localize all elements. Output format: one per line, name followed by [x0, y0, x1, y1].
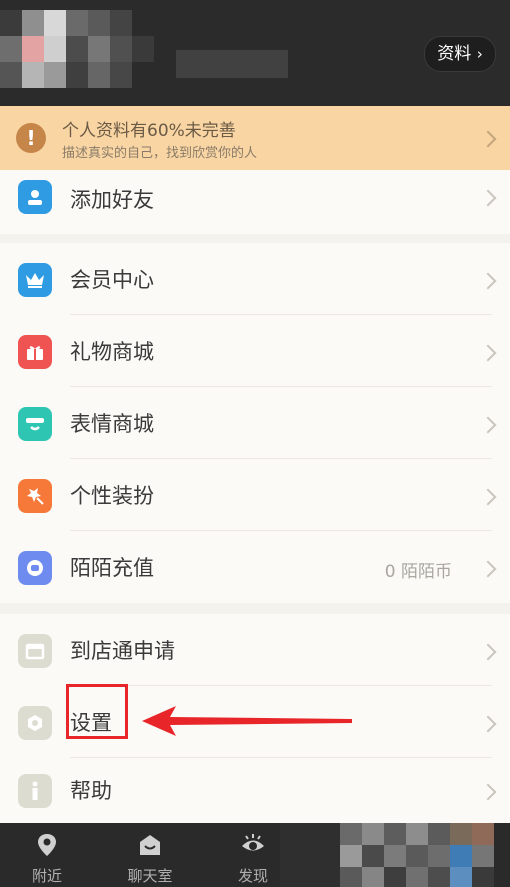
exclamation-icon: !: [16, 123, 46, 153]
profile-completion-banner[interactable]: ! 个人资料有60%未完善 描述真实的自己，找到欣赏你的人: [0, 106, 510, 170]
menu-item-add-friend[interactable]: 添加好友: [0, 170, 510, 234]
username-blurred: [176, 50, 288, 78]
menu-item-label: 到店通申请: [70, 639, 175, 663]
house-icon: [140, 835, 160, 855]
chevron-right-icon: [479, 416, 497, 434]
chevron-right-icon: [479, 272, 497, 290]
menu-group-services: 会员中心 礼物商城 表情商城 个性装扮 陌陌充值 0 陌陌币: [0, 243, 510, 603]
coin-balance: 0 陌陌币: [384, 562, 452, 582]
annotation-arrow-icon: [142, 706, 352, 736]
tab-label: 附近: [31, 867, 62, 885]
chevron-right-icon: [479, 130, 497, 148]
tab-nearby[interactable]: 附近: [2, 823, 92, 887]
menu-item-label: 礼物商城: [70, 340, 154, 364]
menu-item-label: 帮助: [70, 779, 112, 803]
magic-wand-icon: [18, 479, 52, 513]
menu-item-store[interactable]: 到店通申请: [0, 614, 510, 686]
location-pin-icon: [38, 834, 56, 856]
chevron-right-icon: [479, 783, 497, 801]
eye-icon: [242, 834, 264, 851]
menu-item-label: 表情商城: [70, 412, 154, 436]
annotation-highlight-box: [66, 684, 128, 739]
emoji-face-icon: [18, 407, 52, 441]
menu-item-recharge[interactable]: 陌陌充值 0 陌陌币: [0, 531, 510, 603]
tab-chatroom[interactable]: 聊天室: [105, 823, 195, 887]
menu-item-label: 会员中心: [70, 268, 154, 292]
chevron-right-icon: ›: [476, 45, 483, 63]
banner-subtitle: 描述真实的自己，找到欣赏你的人: [62, 146, 258, 161]
menu-group-friends: 添加好友: [0, 170, 510, 234]
banner-title: 个人资料有60%未完善: [62, 121, 236, 141]
info-icon: [18, 774, 52, 808]
menu-item-vip[interactable]: 会员中心: [0, 243, 510, 315]
store-icon: [18, 634, 52, 668]
menu-item-gift[interactable]: 礼物商城: [0, 315, 510, 387]
menu-item-emoji[interactable]: 表情商城: [0, 387, 510, 459]
menu-item-label: 陌陌充值: [70, 556, 154, 580]
profile-button-label: 资料: [437, 44, 472, 64]
crown-icon: [18, 263, 52, 297]
chevron-right-icon: [479, 715, 497, 733]
gear-icon: [18, 706, 52, 740]
chevron-right-icon: [479, 189, 497, 207]
chevron-right-icon: [479, 344, 497, 362]
tab-label: 聊天室: [127, 867, 173, 885]
profile-button[interactable]: 资料 ›: [424, 36, 496, 72]
chevron-right-icon: [479, 643, 497, 661]
gift-icon: [18, 335, 52, 369]
menu-item-label: 添加好友: [70, 188, 154, 212]
menu-item-label: 个性装扮: [70, 484, 154, 508]
profile-header: 资料 ›: [0, 0, 510, 106]
coin-icon: [18, 551, 52, 585]
person-icon: [18, 180, 52, 214]
menu-item-dressup[interactable]: 个性装扮: [0, 459, 510, 531]
redacted-area: [280, 823, 510, 887]
chevron-right-icon: [479, 560, 497, 578]
menu-item-help[interactable]: 帮助: [0, 758, 510, 823]
avatar[interactable]: [0, 10, 155, 88]
chevron-right-icon: [479, 488, 497, 506]
